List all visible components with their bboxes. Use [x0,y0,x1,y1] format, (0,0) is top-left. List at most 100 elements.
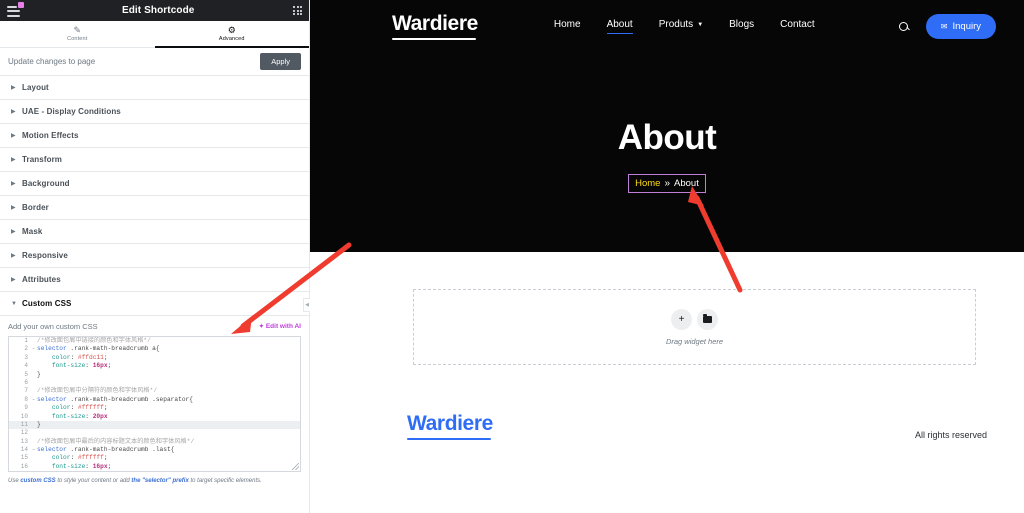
section-transform[interactable]: ▶ Transform [0,148,309,172]
nav-item-label: Home [553,19,581,30]
custom-css-header: Add your own custom CSS ✦ Edit with AI [8,322,301,331]
hint-custom-css-link[interactable]: custom CSS [20,478,55,484]
code-line-content: /*修改面包屑中分隔符的颜色和字体风格*/ [37,387,158,395]
tab-content[interactable]: ✎ Content [0,21,155,47]
hint-selector-prefix-link[interactable]: the "selector" prefix [131,478,188,484]
code-line-content: font-size: 16px; [51,462,112,470]
section-mask[interactable]: ▶ Mask [0,220,309,244]
panel-collapse-handle[interactable]: ◀ [303,298,310,312]
code-line-content: selector .rank-math-breadcrumb a{ [37,345,160,353]
section-label: Transform [22,155,63,164]
chevron-down-icon: ▼ [697,21,704,28]
section-label: Mask [22,227,43,236]
code-line[interactable]: 3 color: #ffdc11; [9,354,300,362]
code-line-number: 13 [20,437,28,445]
code-line-content: color: #ffffff; [51,454,108,462]
edit-with-ai-link[interactable]: ✦ Edit with AI [259,323,301,330]
plus-icon: + [678,313,685,325]
breadcrumb[interactable]: Home » About [628,174,706,193]
nav-item-label: About [606,19,633,30]
section-background[interactable]: ▶ Background [0,172,309,196]
code-line-content: selector .rank-math-breadcrumb .last{ [37,446,175,454]
chevron-right-icon: ▶ [11,277,16,283]
code-line-number: 11 [20,420,28,428]
code-line[interactable]: 13 /*修改面包屑中最后的内容标题文本的颜色和字体风格*/ [9,438,300,446]
update-changes-row: Update changes to page Apply [0,48,309,76]
envelope-icon: ✉ [940,21,948,31]
code-line[interactable]: 17} [9,471,300,472]
editor-resize-handle[interactable] [292,463,299,470]
edit-with-ai-label: Edit with AI [265,323,301,330]
code-line-content: /*修改面包屑中链接的颜色和字体风格*/ [37,337,151,344]
chevron-right-icon: ▶ [11,229,16,235]
drag-widget-dropzone[interactable]: + Drag widget here [413,289,976,365]
tab-content-label: Content [67,36,88,42]
site-logo[interactable]: Wardiere [392,12,478,40]
code-line-number: 15 [20,454,28,462]
chevron-right-icon: ▶ [11,205,16,211]
chevron-right-icon: ▶ [11,133,16,139]
code-line-content: color: #ffffff; [51,404,108,412]
dropzone-buttons: + [671,308,718,330]
code-line[interactable]: 1 /*修改面包屑中链接的颜色和字体风格*/ [9,337,300,345]
code-line-content: } [37,420,41,428]
code-line[interactable]: 7 /*修改面包屑中分隔符的颜色和字体风格*/ [9,387,300,395]
code-line-number: 2 [24,345,28,353]
nav-item-blogs[interactable]: Blogs [729,19,754,33]
code-line[interactable]: 11} [9,420,300,430]
code-line-number: 16 [20,462,28,470]
code-line[interactable]: 8- selector .rank-math-breadcrumb .separa… [9,396,300,404]
elementor-editor-screen: Edit Shortcode ✎ Content ⚙ Advanced Upda… [0,0,1024,513]
section-responsive[interactable]: ▶ Responsive [0,244,309,268]
tab-advanced[interactable]: ⚙ Advanced [154,21,310,48]
hint-mid: to style your content or add [55,478,132,484]
code-line[interactable]: 2- selector .rank-math-breadcrumb a{ [9,345,300,353]
section-layout[interactable]: ▶ Layout [0,76,309,100]
code-line[interactable]: 4 font-size: 16px; [9,362,300,370]
code-line[interactable]: 10 font-size: 20px [9,413,300,421]
add-template-button[interactable] [697,308,718,330]
code-line-number: 5 [24,370,28,378]
section-label: Responsive [22,251,68,260]
nav-item-contact[interactable]: Contact [780,19,814,33]
breadcrumb-home-link[interactable]: Home [635,178,660,189]
nav-item-produts[interactable]: Produts ▼ [659,19,703,33]
code-line-content: selector .rank-math-breadcrumb .separato… [37,395,193,403]
hint-prefix: Use [8,478,21,484]
breadcrumb-separator: » [664,178,671,189]
code-line-number: 3 [24,353,28,361]
search-icon[interactable] [898,21,908,31]
code-line-number: 7 [24,387,28,395]
nav-item-about[interactable]: About [606,19,633,34]
section-border[interactable]: ▶ Border [0,196,309,220]
apply-button[interactable]: Apply [260,53,301,70]
inquiry-button[interactable]: ✉ Inquiry [925,13,996,39]
footer-logo[interactable]: Wardiere [407,412,493,440]
code-line[interactable]: 9 color: #ffffff; [9,404,300,412]
custom-css-code-editor[interactable]: 1 /*修改面包屑中链接的颜色和字体风格*/2- selector .rank-ma… [8,336,301,472]
section-attributes[interactable]: ▶ Attributes [0,268,309,292]
add-widget-button[interactable]: + [671,308,692,330]
nav-item-home[interactable]: Home [554,19,581,33]
page-canvas: + Drag widget here Wardiere All rights r… [310,252,1024,513]
section-uae-display-conditions[interactable]: ▶ UAE - Display Conditions [0,100,309,124]
chevron-right-icon: ▶ [11,253,16,259]
section-motion-effects[interactable]: ▶ Motion Effects [0,124,309,148]
nav-item-label: Produts [658,19,694,30]
site-navbar: Wardiere Home About Produts ▼ Blogs Cont… [310,0,1024,52]
section-custom-css[interactable]: ▼ Custom CSS [0,292,309,316]
code-line[interactable]: 14- selector .rank-math-breadcrumb .last{ [9,446,300,454]
section-label: Custom CSS [22,299,72,308]
apps-grid-icon[interactable] [293,6,302,15]
hamburger-menu-button[interactable] [7,1,24,18]
code-line[interactable]: 5} [9,371,300,379]
notification-dot-icon [18,1,24,8]
code-line[interactable]: 16 font-size: 16px; [9,463,300,471]
code-line[interactable]: 12 [9,429,300,437]
breadcrumb-current: About [674,178,699,189]
chevron-right-icon: ▶ [11,181,16,187]
code-line-content: /*修改面包屑中最后的内容标题文本的颜色和字体风格*/ [37,437,195,445]
sparkle-icon: ✦ [258,324,264,330]
custom-css-body: Add your own custom CSS ✦ Edit with AI 1… [0,316,309,486]
code-line[interactable]: 15 color: #ffffff; [9,454,300,462]
